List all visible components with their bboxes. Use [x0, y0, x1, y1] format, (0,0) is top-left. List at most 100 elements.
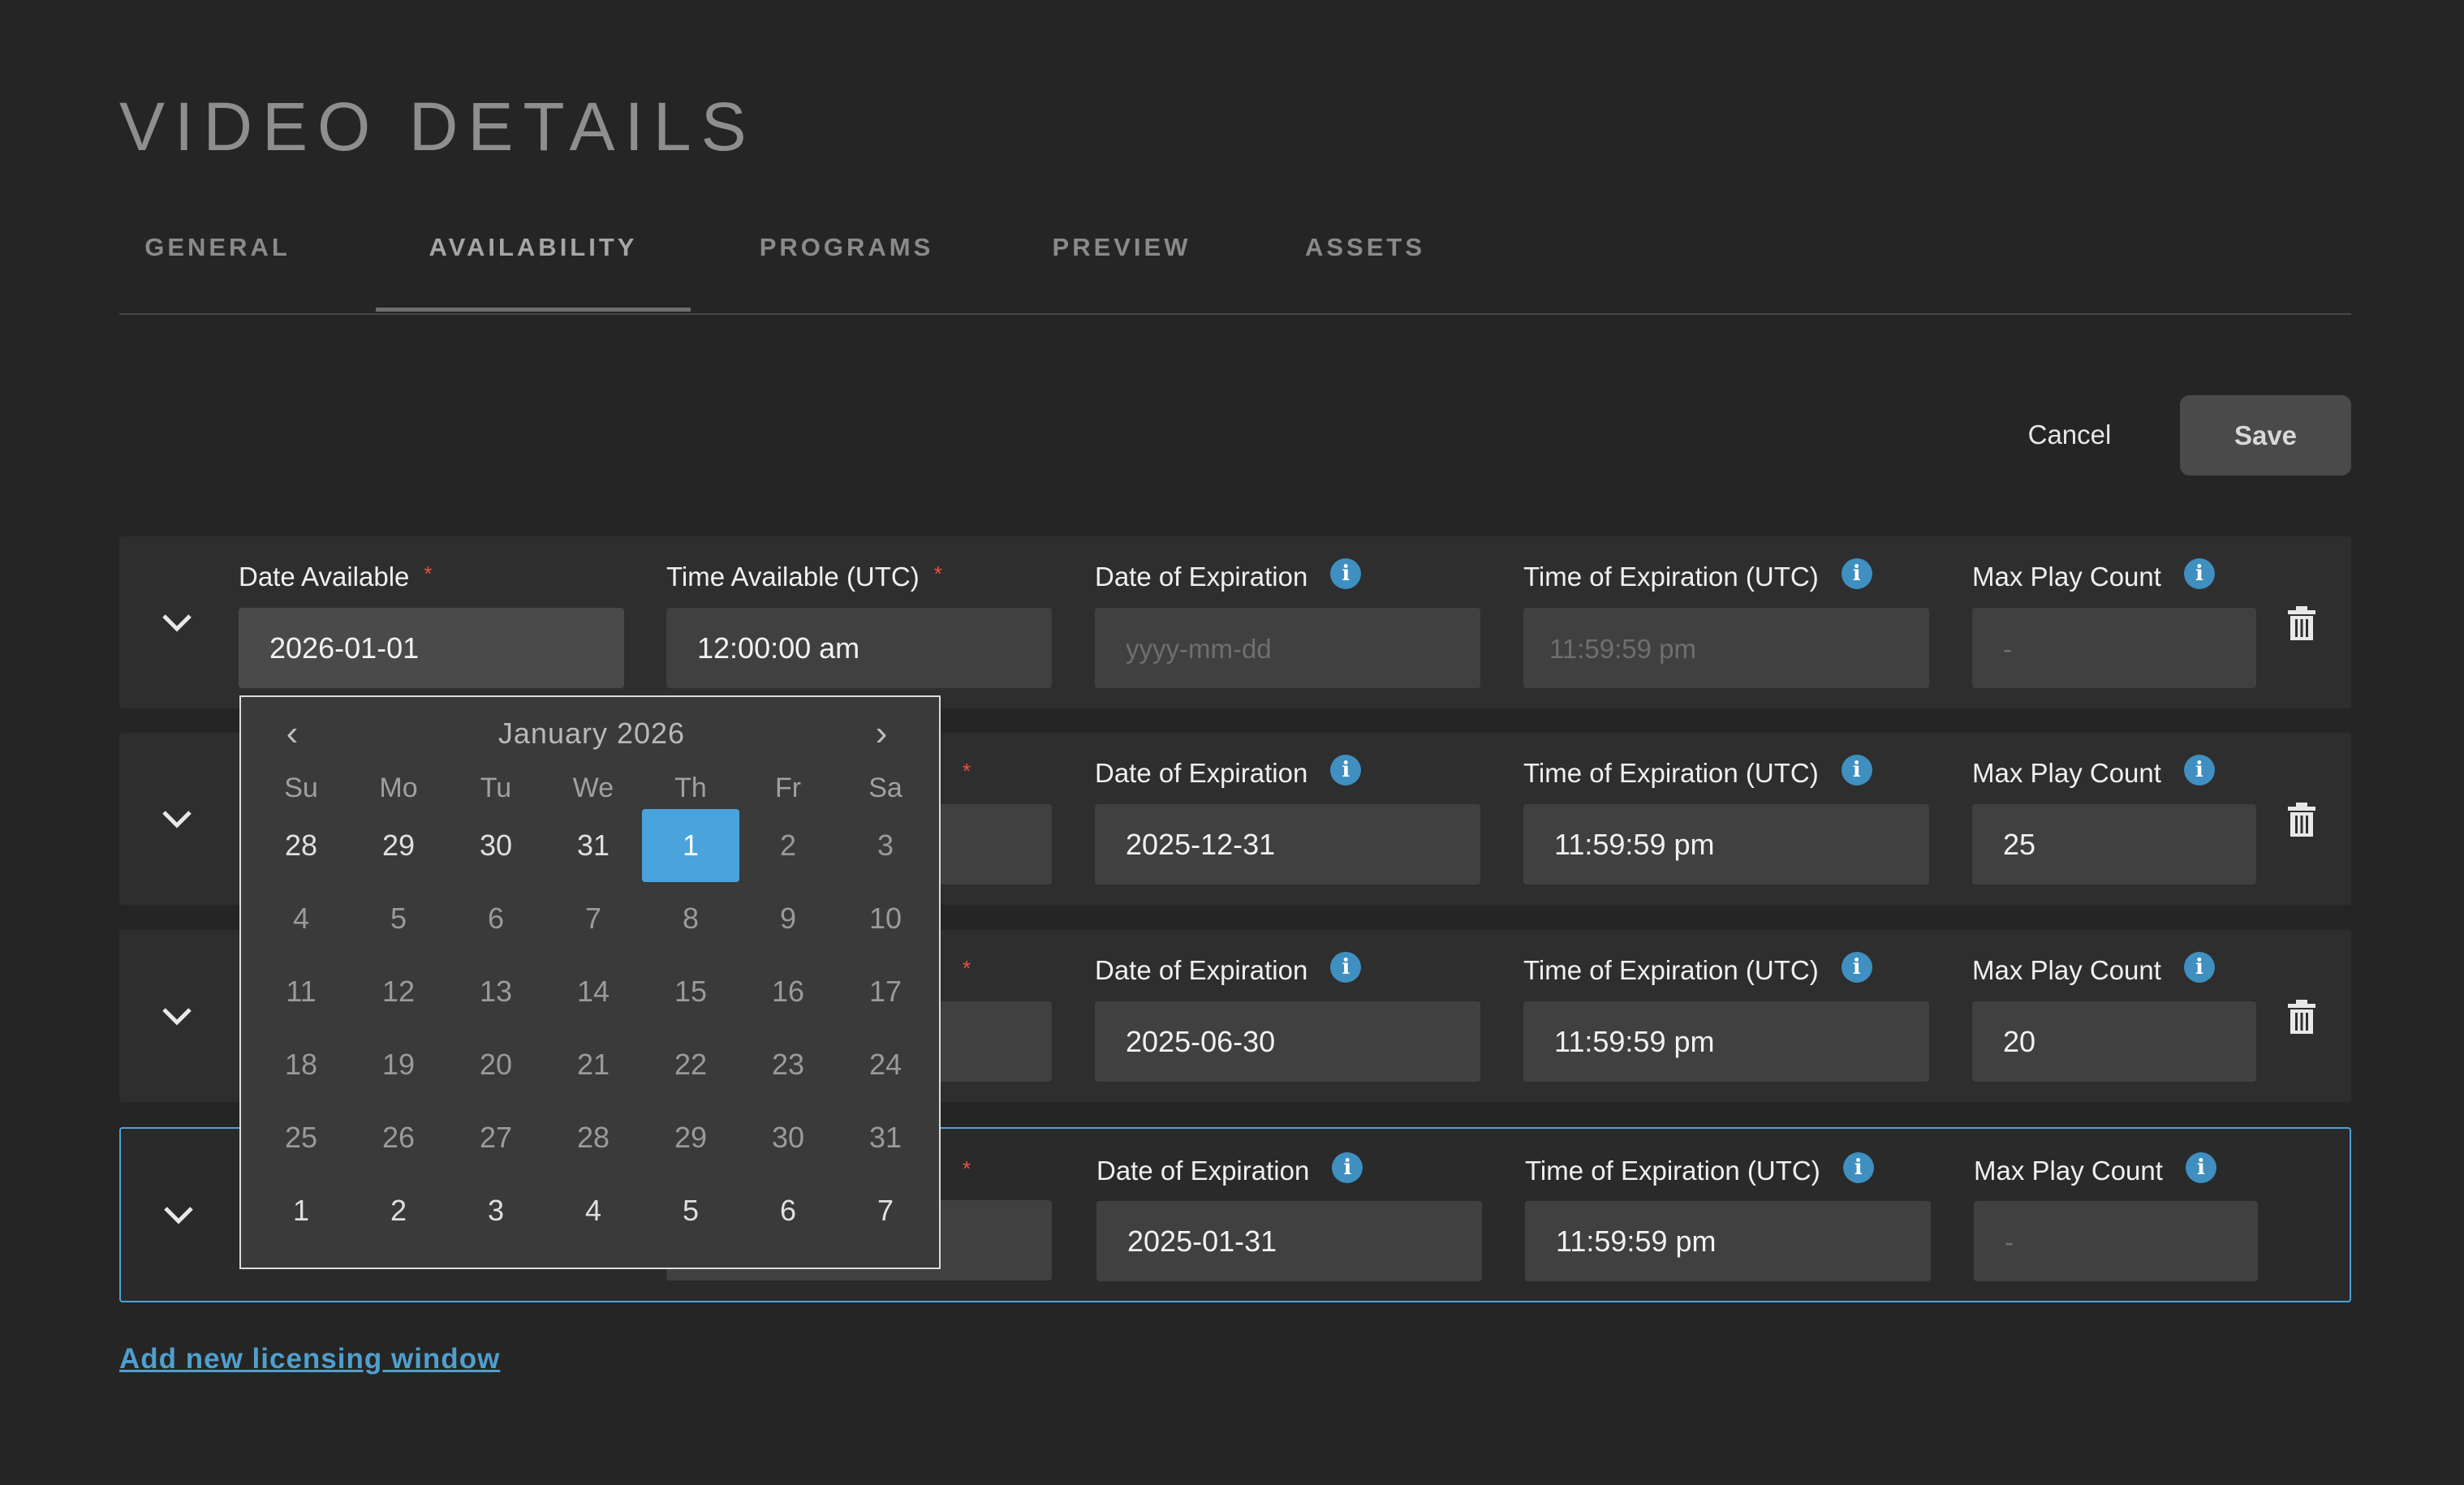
weekday-header: Fr: [774, 773, 802, 803]
max-play-count-input[interactable]: [1972, 608, 2256, 688]
calendar-day[interactable]: 3: [837, 809, 934, 882]
calendar-day[interactable]: 12: [350, 955, 447, 1028]
info-icon[interactable]: i: [2183, 558, 2215, 590]
time-available-input[interactable]: [666, 608, 1052, 688]
time-expiration-input[interactable]: [1523, 804, 1929, 885]
calendar-day[interactable]: 27: [447, 1101, 545, 1174]
calendar-day[interactable]: 1: [642, 809, 739, 882]
tab-assets[interactable]: ASSETS: [1280, 207, 1450, 312]
max-play-count-input[interactable]: [1972, 804, 2256, 885]
info-icon[interactable]: i: [1841, 755, 1872, 786]
tab-availability[interactable]: AVAILABILITY: [376, 207, 691, 312]
calendar-day[interactable]: 6: [739, 1174, 837, 1247]
chevron-down-icon[interactable]: [161, 1005, 193, 1027]
info-icon[interactable]: i: [2185, 1152, 2216, 1184]
date-expiration-input[interactable]: [1095, 1001, 1480, 1082]
info-icon[interactable]: i: [1330, 952, 1362, 984]
info-icon[interactable]: i: [1841, 558, 1872, 590]
max-play-count-input[interactable]: [1972, 1001, 2256, 1082]
calendar-day[interactable]: 2: [739, 809, 837, 882]
calendar-day[interactable]: 5: [350, 882, 447, 955]
trash-icon[interactable]: [2288, 1000, 2315, 1034]
calendar-day[interactable]: 25: [252, 1101, 350, 1174]
info-icon[interactable]: i: [2183, 755, 2215, 786]
max-play-count-input[interactable]: [1974, 1201, 2258, 1281]
calendar-day[interactable]: 22: [642, 1028, 739, 1101]
calendar-day[interactable]: 31: [837, 1101, 934, 1174]
required-marker: *: [963, 1156, 971, 1181]
date-expiration-input[interactable]: [1095, 608, 1480, 688]
chevron-left-icon[interactable]: ‹: [272, 713, 312, 754]
date-picker-popup: ‹ January 2026 › Su Mo Tu We Th Fr Sa 28 29 30 31 1…: [239, 695, 941, 1269]
calendar-day[interactable]: 30: [447, 809, 545, 882]
info-icon[interactable]: i: [1332, 1152, 1363, 1184]
date-expiration-input[interactable]: [1095, 804, 1480, 885]
time-expiration-input[interactable]: [1525, 1201, 1931, 1281]
calendar-day[interactable]: 20: [447, 1028, 545, 1101]
calendar-day[interactable]: 9: [739, 882, 837, 955]
date-expiration-label: Date of Expiration i: [1095, 755, 1362, 791]
calendar-day[interactable]: 28: [545, 1101, 642, 1174]
calendar-day[interactable]: 28: [252, 809, 350, 882]
calendar-day[interactable]: 1: [252, 1174, 350, 1247]
calendar-day[interactable]: 16: [739, 955, 837, 1028]
calendar-day[interactable]: 29: [350, 809, 447, 882]
time-expiration-input[interactable]: [1523, 1001, 1929, 1082]
weekday-header: We: [572, 773, 614, 803]
save-button[interactable]: Save: [2180, 395, 2351, 476]
tab-general[interactable]: GENERAL: [140, 207, 295, 312]
cancel-button[interactable]: Cancel: [1997, 395, 2143, 475]
calendar-day[interactable]: 4: [252, 882, 350, 955]
calendar-day[interactable]: 2: [350, 1174, 447, 1247]
date-expiration-input[interactable]: [1096, 1201, 1482, 1281]
calendar-day[interactable]: 21: [545, 1028, 642, 1101]
trash-icon[interactable]: [2288, 606, 2315, 640]
calendar-day[interactable]: 24: [837, 1028, 934, 1101]
chevron-right-icon[interactable]: ›: [861, 713, 902, 754]
required-marker: *: [963, 956, 971, 980]
required-marker: *: [424, 562, 433, 586]
info-icon[interactable]: i: [1842, 1152, 1874, 1184]
weekday-header: Su: [284, 773, 318, 803]
trash-icon[interactable]: [2288, 803, 2315, 837]
chevron-down-icon[interactable]: [161, 807, 193, 830]
date-expiration-label: Date of Expiration i: [1096, 1152, 1363, 1189]
max-play-count-label: Max Play Count i: [1972, 952, 2215, 988]
calendar-day[interactable]: 6: [447, 882, 545, 955]
calendar-day[interactable]: 8: [642, 882, 739, 955]
calendar-day[interactable]: 5: [642, 1174, 739, 1247]
licensing-window-row: Date Available* Time Available (UTC)* Da…: [119, 536, 2351, 708]
info-icon[interactable]: i: [1330, 755, 1362, 786]
time-expiration-label: Time of Expiration (UTC) i: [1525, 1152, 1874, 1189]
calendar-day[interactable]: 29: [642, 1101, 739, 1174]
calendar-day[interactable]: 26: [350, 1101, 447, 1174]
tab-preview[interactable]: PREVIEW: [1028, 207, 1215, 312]
date-expiration-label: Date of Expiration i: [1095, 952, 1362, 988]
add-licensing-window-link[interactable]: Add new licensing window: [119, 1343, 500, 1375]
calendar-day[interactable]: 14: [545, 955, 642, 1028]
calendar-day[interactable]: 7: [545, 882, 642, 955]
calendar-day[interactable]: 7: [837, 1174, 934, 1247]
date-picker-month-label: January 2026: [498, 717, 686, 750]
calendar-day[interactable]: 30: [739, 1101, 837, 1174]
calendar-day[interactable]: 10: [837, 882, 934, 955]
time-expiration-input[interactable]: [1523, 608, 1929, 688]
calendar-day[interactable]: 11: [252, 955, 350, 1028]
weekday-header: Th: [674, 773, 707, 803]
calendar-day[interactable]: 15: [642, 955, 739, 1028]
calendar-day[interactable]: 17: [837, 955, 934, 1028]
tab-programs[interactable]: PROGRAMS: [733, 207, 960, 312]
calendar-day[interactable]: 3: [447, 1174, 545, 1247]
calendar-day[interactable]: 18: [252, 1028, 350, 1101]
info-icon[interactable]: i: [2183, 952, 2215, 984]
calendar-day[interactable]: 23: [739, 1028, 837, 1101]
calendar-day[interactable]: 19: [350, 1028, 447, 1101]
info-icon[interactable]: i: [1841, 952, 1872, 984]
calendar-day[interactable]: 31: [545, 809, 642, 882]
calendar-day[interactable]: 4: [545, 1174, 642, 1247]
info-icon[interactable]: i: [1330, 558, 1362, 590]
chevron-down-icon[interactable]: [162, 1203, 195, 1226]
date-available-input[interactable]: [239, 608, 624, 688]
calendar-day[interactable]: 13: [447, 955, 545, 1028]
chevron-down-icon[interactable]: [161, 611, 193, 634]
